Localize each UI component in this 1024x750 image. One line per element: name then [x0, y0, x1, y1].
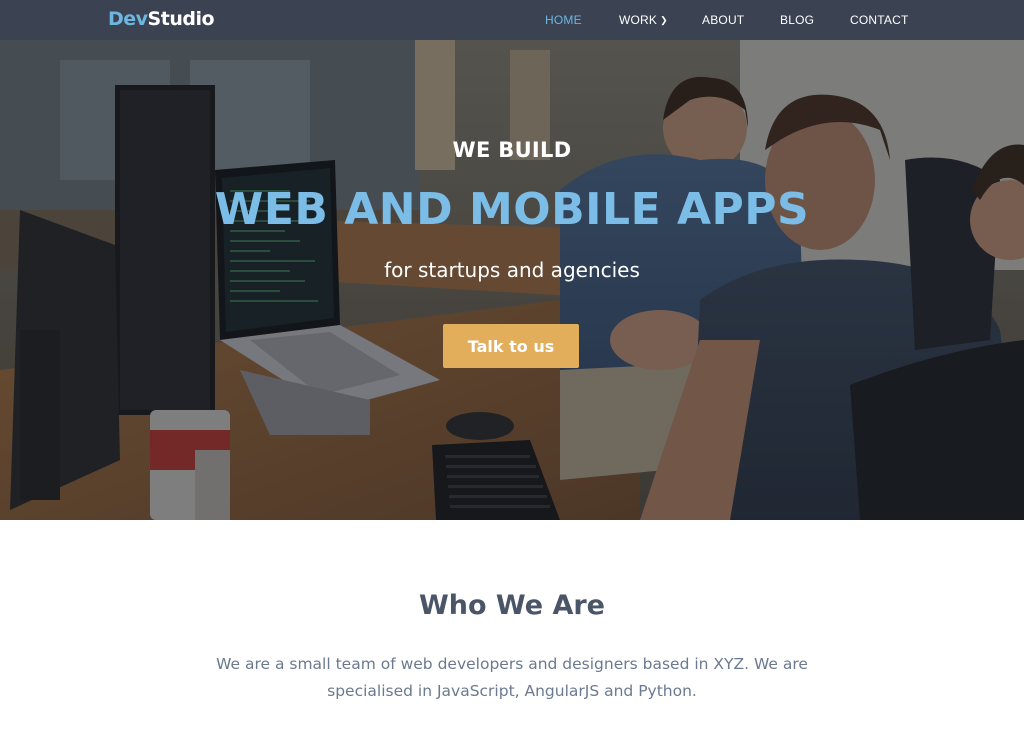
hero-title: WEB AND MOBILE APPS: [214, 184, 810, 235]
nav-blog[interactable]: BLOG: [780, 13, 814, 27]
brand-logo-part1: Dev: [108, 8, 148, 30]
nav-work[interactable]: WORK ❯: [619, 13, 668, 27]
nav-home[interactable]: HOME: [545, 13, 582, 27]
brand-logo-part2: Studio: [147, 8, 215, 30]
nav-contact[interactable]: CONTACT: [850, 13, 909, 27]
nav-about[interactable]: ABOUT: [702, 13, 744, 27]
hero-subtitle: for startups and agencies: [384, 258, 640, 282]
brand-logo[interactable]: DevStudio: [108, 6, 215, 32]
nav-work-label: WORK: [619, 13, 658, 27]
talk-to-us-button[interactable]: Talk to us: [443, 324, 579, 368]
hero-eyebrow: WE BUILD: [452, 138, 572, 162]
section-title-who-we-are: Who We Are: [418, 590, 605, 621]
about-description: We are a small team of web developers an…: [216, 655, 808, 700]
chevron-down-icon: ❯: [660, 15, 668, 25]
hero-section: WE BUILD WEB AND MOBILE APPS for startup…: [0, 40, 1024, 520]
top-navbar: DevStudio HOME WORK ❯ ABOUT BLOG CONTACT: [0, 0, 1024, 40]
